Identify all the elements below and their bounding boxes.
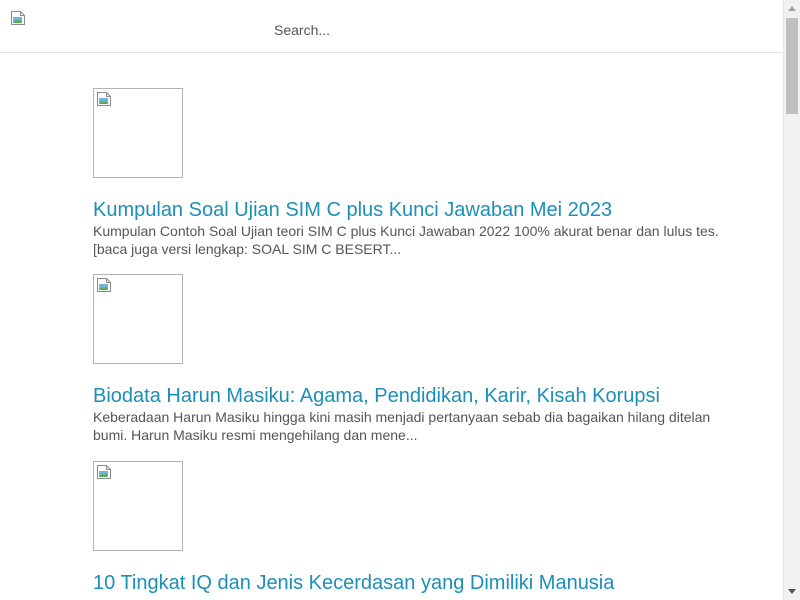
scroll-up-arrow-icon[interactable]: [784, 0, 800, 17]
broken-image-icon: [96, 277, 112, 293]
scrollbar-thumb[interactable]: [786, 18, 798, 114]
vertical-scrollbar[interactable]: [783, 0, 800, 600]
article-thumbnail[interactable]: [93, 88, 183, 178]
broken-image-icon: [96, 464, 112, 480]
scroll-down-arrow-icon[interactable]: [784, 583, 800, 600]
broken-image-icon: [96, 91, 112, 107]
article-excerpt: Keberadaan Harun Masiku hingga kini masi…: [93, 409, 711, 443]
broken-image-icon[interactable]: [10, 10, 26, 26]
article-title-link[interactable]: Biodata Harun Masiku: Agama, Pendidikan,…: [93, 384, 660, 408]
search-input[interactable]: [266, 17, 516, 43]
article-excerpt: Kumpulan Contoh Soal Ujian teori SIM C p…: [93, 223, 719, 257]
site-header: [0, 0, 783, 53]
page: Kumpulan Soal Ujian SIM C plus Kunci Jaw…: [0, 0, 783, 600]
article-thumbnail[interactable]: [93, 274, 183, 364]
browser-viewport: Kumpulan Soal Ujian SIM C plus Kunci Jaw…: [0, 0, 800, 600]
article-title-link[interactable]: 10 Tingkat IQ dan Jenis Kecerdasan yang …: [93, 571, 614, 595]
article-title-link[interactable]: Kumpulan Soal Ujian SIM C plus Kunci Jaw…: [93, 198, 612, 222]
article-thumbnail[interactable]: [93, 461, 183, 551]
